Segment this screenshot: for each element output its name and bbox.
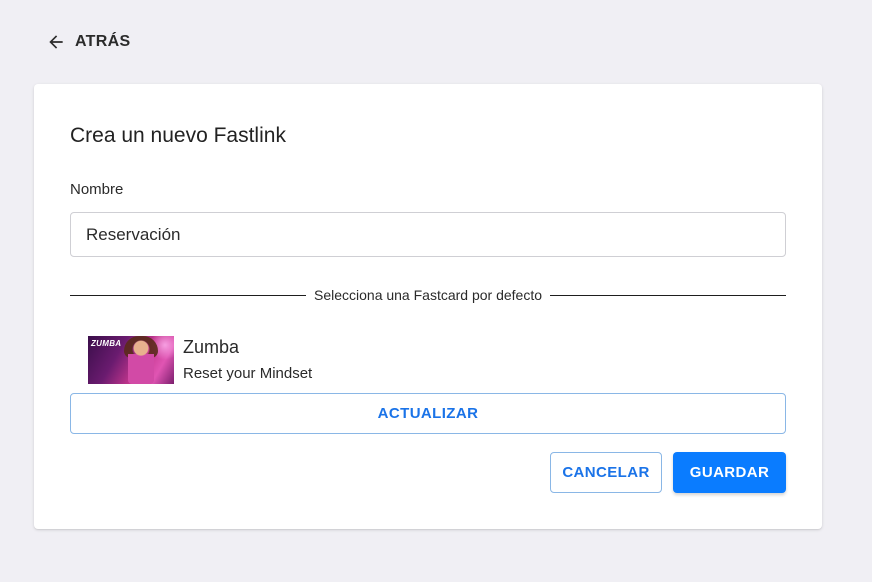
arrow-left-icon [46,32,66,52]
back-label: ATRÁS [75,33,131,50]
fastcard-item[interactable]: ZUMBA Zumba Reset your Mindset [88,336,312,384]
fastcard-text: Zumba Reset your Mindset [183,336,312,382]
fastlink-form-card: Crea un nuevo Fastlink Nombre Selecciona… [34,84,822,529]
divider-line-left [70,294,306,296]
name-label: Nombre [70,181,124,198]
update-button[interactable]: ACTUALIZAR [70,393,786,434]
divider-text: Selecciona una Fastcard por defecto [313,287,543,303]
name-input[interactable] [70,212,786,257]
page-title: Crea un nuevo Fastlink [70,124,286,147]
thumbnail-figure [128,338,154,384]
save-button[interactable]: GUARDAR [673,452,786,493]
back-button[interactable]: ATRÁS [46,29,130,55]
cancel-button[interactable]: CANCELAR [550,452,662,493]
zumba-logo: ZUMBA [91,339,122,348]
fastcard-divider: Selecciona una Fastcard por defecto [70,284,786,306]
divider-line-right [550,294,786,296]
fastcard-subtitle: Reset your Mindset [183,365,313,382]
fastcard-thumbnail: ZUMBA [88,336,174,384]
fastcard-title: Zumba [183,337,240,357]
